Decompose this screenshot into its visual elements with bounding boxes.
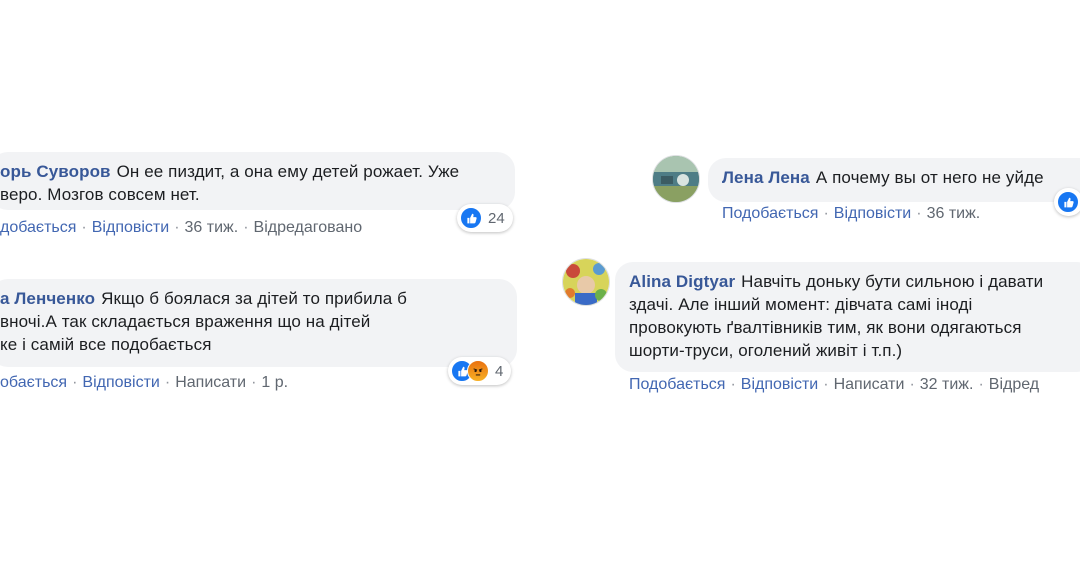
timestamp[interactable]: 32 тиж. — [920, 376, 974, 393]
edited-label: Відред — [988, 376, 1040, 393]
comment-author[interactable]: орь Суворов — [0, 162, 111, 181]
separator: · — [243, 219, 249, 236]
avatar[interactable] — [562, 258, 610, 306]
timestamp[interactable]: 36 тиж. — [185, 219, 239, 236]
separator: · — [730, 376, 736, 393]
write-link[interactable]: Написати — [834, 376, 905, 393]
reaction-count: 4 — [495, 362, 504, 380]
separator: · — [909, 376, 915, 393]
like-link[interactable]: Подобається — [722, 205, 818, 222]
like-icon — [460, 207, 482, 229]
comment-actions: обається · Відповісти · Написати · 1 р. — [0, 374, 288, 392]
separator: · — [823, 205, 829, 222]
reply-link[interactable]: Відповісти — [741, 376, 818, 393]
like-link[interactable]: добається — [0, 219, 76, 236]
reactions-summary[interactable] — [1054, 188, 1080, 216]
reply-link[interactable]: Відповісти — [82, 374, 159, 391]
comment-bubble: орь Суворов Он ее пиздит, а она ему детей… — [0, 152, 515, 210]
separator: · — [916, 205, 922, 222]
reply-link[interactable]: Відповісти — [834, 205, 911, 222]
avatar-photo — [563, 259, 609, 305]
separator: · — [72, 374, 78, 391]
separator: · — [978, 376, 984, 393]
reaction-count: 24 — [488, 209, 505, 227]
comment-author[interactable]: а Ленченко — [0, 289, 95, 308]
like-icon — [1057, 191, 1079, 213]
edited-label: Відредаговано — [253, 219, 363, 236]
angry-icon — [467, 360, 489, 382]
like-link[interactable]: Подобається — [629, 376, 725, 393]
comment-bubble: Alina Digtyar Навчіть доньку бути сильною… — [615, 262, 1080, 372]
comment-actions: Подобається · Відповісти · Написати · 32 тиж. ·… — [629, 376, 1039, 394]
avatar[interactable] — [652, 155, 700, 203]
comment-author[interactable]: Alina Digtyar — [629, 272, 735, 291]
write-link[interactable]: Написати — [175, 374, 246, 391]
timestamp[interactable]: 1 р. — [261, 374, 288, 391]
separator: · — [251, 374, 257, 391]
avatar-photo — [653, 156, 699, 202]
comment-bubble: а Ленченко Якщо б боялася за дітей то при… — [0, 279, 517, 367]
separator: · — [174, 219, 180, 236]
separator: · — [823, 376, 829, 393]
separator: · — [81, 219, 87, 236]
like-link[interactable]: обається — [0, 374, 67, 391]
reply-link[interactable]: Відповісти — [92, 219, 169, 236]
separator: · — [164, 374, 171, 391]
reactions-summary[interactable]: 24 — [457, 204, 513, 232]
comment-actions: Подобається · Відповісти · 36 тиж. — [722, 205, 980, 223]
comment-bubble: Лена Лена А почему вы от него не уйде — [708, 158, 1080, 202]
comment-text: А почему вы от него не уйде — [815, 168, 1044, 187]
reactions-summary[interactable]: 4 — [448, 357, 512, 385]
comment-author[interactable]: Лена Лена — [722, 168, 810, 187]
comment-actions: добається · Відповісти · 36 тиж. · Відредагова… — [0, 219, 362, 237]
timestamp[interactable]: 36 тиж. — [927, 205, 981, 222]
